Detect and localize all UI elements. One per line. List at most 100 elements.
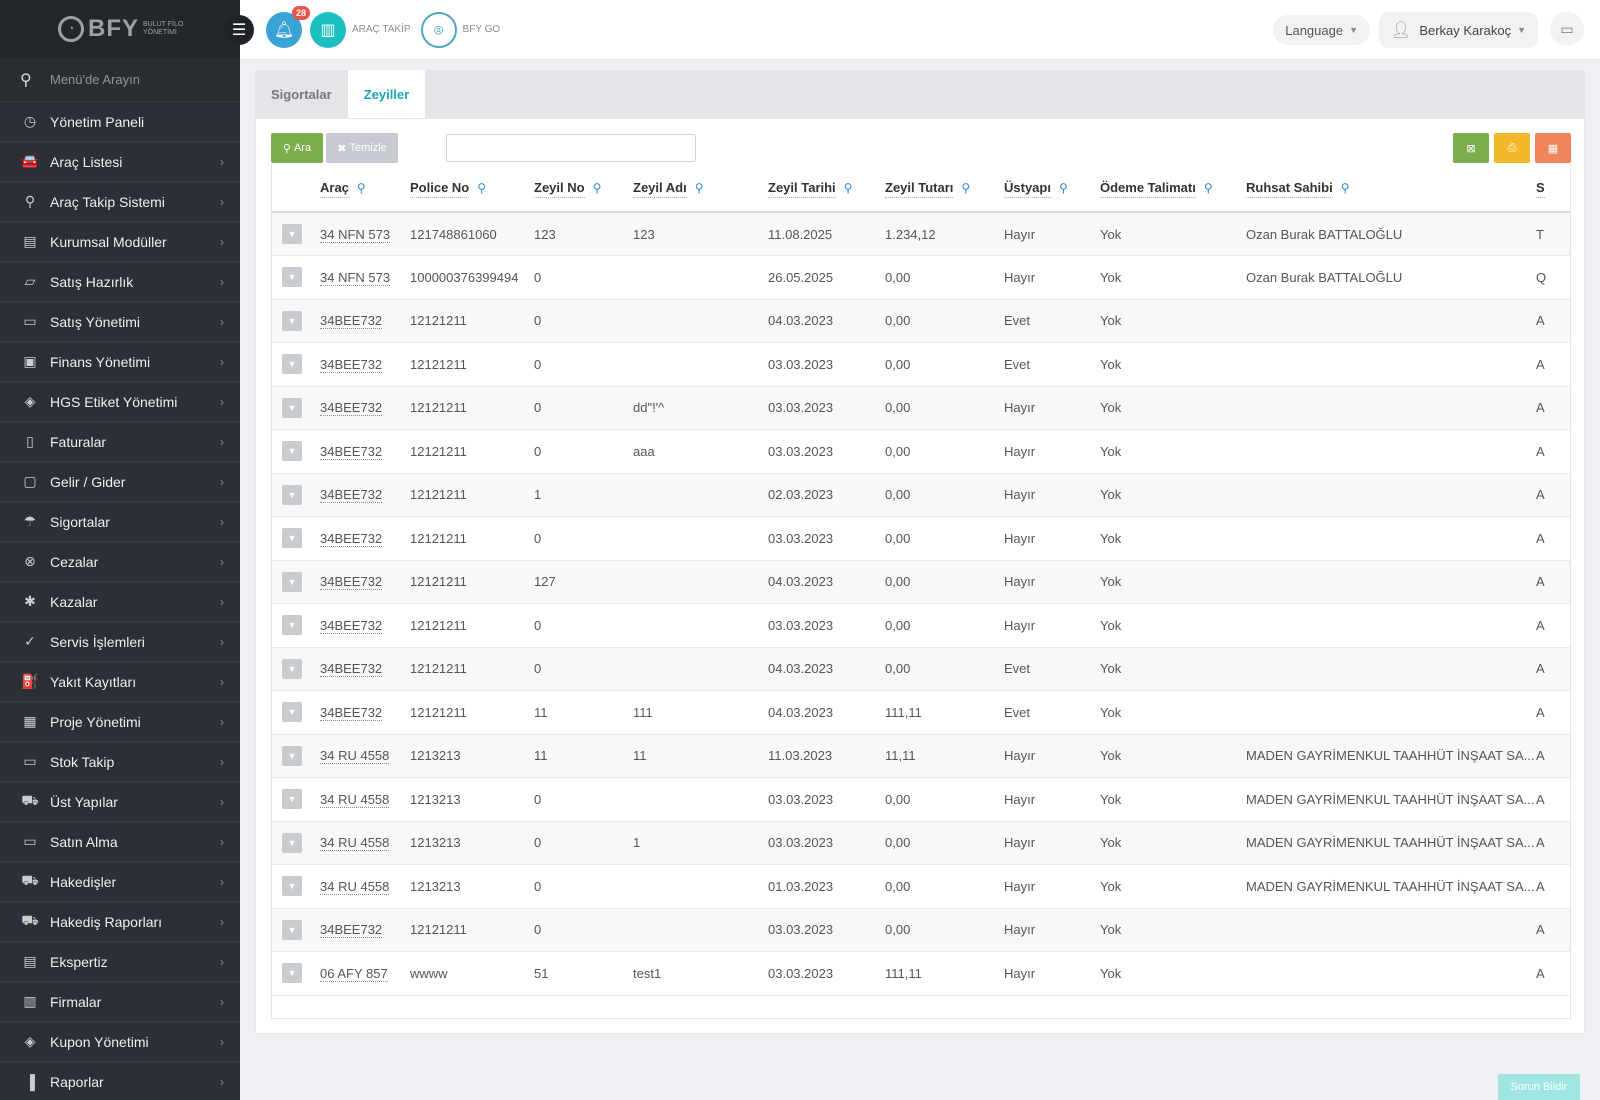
table-row[interactable]: ▼ 34BEE732 12121211 0 04.03.2023 0,00 Evet Yok A bbox=[272, 299, 1570, 343]
expand-row-icon[interactable]: ▼ bbox=[282, 832, 302, 853]
vehicle-plate-link[interactable]: 34BEE732 bbox=[320, 313, 383, 330]
sidebar-item[interactable]: ▐ Raporlar › bbox=[0, 1062, 240, 1100]
vehicle-plate-link[interactable]: 06 AFY 857 bbox=[320, 965, 388, 982]
sidebar-item[interactable]: ⛽ Yakıt Kayıtları › bbox=[0, 662, 240, 702]
column-search-icon[interactable]: ⚲ bbox=[593, 181, 602, 195]
vehicle-plate-link[interactable]: 34BEE732 bbox=[320, 400, 383, 417]
sidebar-item[interactable]: ⛟ Hakedişler › bbox=[0, 862, 240, 902]
vehicle-plate-link[interactable]: 34 RU 4558 bbox=[320, 748, 390, 765]
column-header[interactable]: Zeyil Tarihi ⚲ bbox=[768, 164, 885, 213]
user-menu[interactable]: 👤︎ Berkay Karakoç ▼ bbox=[1379, 12, 1538, 48]
sidebar-item[interactable]: ▢ Gelir / Gider › bbox=[0, 462, 240, 502]
table-row[interactable]: ▼ 34BEE732 12121211 0 03.03.2023 0,00 Hayır Yok… bbox=[272, 603, 1570, 648]
expand-row-icon[interactable]: ▼ bbox=[282, 789, 302, 810]
expand-row-icon[interactable]: ▼ bbox=[282, 397, 302, 418]
table-row[interactable]: ▼ 34BEE732 12121211 0 04.03.2023 0,00 Evet Yok A bbox=[272, 647, 1570, 691]
clear-button[interactable]: ✖ Temizle bbox=[326, 133, 398, 163]
vehicle-plate-link[interactable]: 34BEE732 bbox=[320, 530, 383, 547]
vehicle-plate-link[interactable]: 34 NFN 573 bbox=[320, 226, 391, 243]
sidebar-item[interactable]: ✱ Kazalar › bbox=[0, 582, 240, 622]
search-input[interactable] bbox=[446, 134, 696, 162]
table-row[interactable]: ▼ 34BEE732 12121211 0 03.03.2023 0,00 Hayır Yok… bbox=[272, 516, 1570, 561]
search-button[interactable]: ⚲ Ara bbox=[271, 133, 323, 163]
sidebar-item[interactable]: ✓ Servis İşlemleri › bbox=[0, 622, 240, 662]
expand-row-icon[interactable]: ▼ bbox=[282, 310, 302, 331]
expand-row-icon[interactable]: ▼ bbox=[282, 571, 302, 592]
column-header[interactable]: Araç ⚲ bbox=[320, 164, 410, 213]
bfy-go-link[interactable]: BFY GO bbox=[463, 24, 501, 35]
expand-row-icon[interactable]: ▼ bbox=[282, 528, 302, 549]
expand-row-icon[interactable]: ▼ bbox=[282, 919, 302, 940]
expand-row-icon[interactable]: ▼ bbox=[282, 963, 302, 984]
sidebar-item[interactable]: ◈ HGS Etiket Yönetimi › bbox=[0, 382, 240, 422]
vehicle-plate-link[interactable]: 34BEE732 bbox=[320, 356, 383, 373]
table-row[interactable]: ▼ 34 RU 4558 1213213 11 11 11.03.2023 11,11 Hay… bbox=[272, 734, 1570, 778]
table-row[interactable]: ▼ 06 AFY 857 wwww 51 test1 03.03.2023 111,11 Ha… bbox=[272, 951, 1570, 996]
table-row[interactable]: ▼ 34 NFN 573 121748861060 123 123 11.08.2025 1… bbox=[272, 212, 1570, 256]
column-header[interactable]: Police No ⚲ bbox=[410, 164, 534, 213]
column-header[interactable]: S bbox=[1536, 164, 1570, 213]
expand-row-icon[interactable]: ▼ bbox=[282, 224, 302, 244]
table-row[interactable]: ▼ 34BEE732 12121211 127 04.03.2023 0,00 Hayır Y… bbox=[272, 560, 1570, 604]
column-search-icon[interactable]: ⚲ bbox=[357, 181, 366, 195]
expand-row-icon[interactable]: ▼ bbox=[282, 702, 302, 723]
column-header[interactable]: Ruhsat Sahibi ⚲ bbox=[1246, 164, 1536, 213]
vehicle-plate-link[interactable]: 34BEE732 bbox=[320, 487, 383, 504]
report-issue-button[interactable]: Sorun Bildir bbox=[1498, 1074, 1580, 1100]
column-header[interactable]: Ödeme Talimatı ⚲ bbox=[1100, 164, 1246, 213]
vehicle-plate-link[interactable]: 34 RU 4558 bbox=[320, 878, 390, 895]
sidebar-item[interactable]: ▦ Proje Yönetimi › bbox=[0, 702, 240, 742]
sidebar-item[interactable]: ▱ Satış Hazırlık › bbox=[0, 262, 240, 302]
expand-row-icon[interactable]: ▼ bbox=[282, 441, 302, 462]
notification-button[interactable]: 🔔︎ 28 bbox=[266, 5, 310, 48]
vehicle-tracking-link[interactable]: ARAÇ TAKİP bbox=[352, 24, 411, 35]
vehicle-plate-link[interactable]: 34BEE732 bbox=[320, 661, 383, 678]
sidebar-item[interactable]: ▯ Faturalar › bbox=[0, 422, 240, 462]
expand-row-icon[interactable]: ▼ bbox=[282, 745, 302, 766]
desktop-icon[interactable]: ▭ bbox=[1550, 12, 1584, 46]
column-search-icon[interactable]: ⚲ bbox=[477, 181, 486, 195]
vehicle-plate-link[interactable]: 34BEE732 bbox=[320, 574, 383, 591]
export-excel-button[interactable]: ⊠ bbox=[1453, 133, 1489, 163]
sidebar-item[interactable]: ⛟ Üst Yapılar › bbox=[0, 782, 240, 822]
column-header[interactable]: Zeyil Adı ⚲ bbox=[633, 164, 768, 213]
table-row[interactable]: ▼ 34 RU 4558 1213213 0 1 03.03.2023 0,00 Hayır Y… bbox=[272, 821, 1570, 865]
sidebar-item[interactable]: ▣ Finans Yönetimi › bbox=[0, 342, 240, 382]
column-search-icon[interactable]: ⚲ bbox=[961, 181, 970, 195]
table-row[interactable]: ▼ 34BEE732 12121211 0 03.03.2023 0,00 Evet Yok A bbox=[272, 342, 1570, 387]
table-row[interactable]: ▼ 34BEE732 12121211 1 02.03.2023 0,00 Hayır Yok… bbox=[272, 473, 1570, 517]
zeyil-table-container[interactable]: Araç ⚲ Police No ⚲ Zeyil No ⚲ Zeyil Adı ⚲ Zeyil … bbox=[271, 164, 1571, 1019]
column-search-icon[interactable]: ⚲ bbox=[844, 181, 853, 195]
hamburger-menu-icon[interactable]: ☰ bbox=[224, 15, 254, 45]
column-search-icon[interactable]: ⚲ bbox=[695, 181, 704, 195]
column-header[interactable]: Zeyil No ⚲ bbox=[534, 164, 633, 213]
column-search-icon[interactable]: ⚲ bbox=[1204, 181, 1213, 195]
expand-row-icon[interactable]: ▼ bbox=[282, 354, 302, 375]
tab[interactable]: Zeyiller bbox=[347, 70, 426, 118]
vehicle-plate-link[interactable]: 34BEE732 bbox=[320, 617, 383, 634]
column-search-icon[interactable]: ⚲ bbox=[1341, 181, 1350, 195]
sidebar-item[interactable]: ▭ Satış Yönetimi › bbox=[0, 302, 240, 342]
expand-row-icon[interactable]: ▼ bbox=[282, 876, 302, 897]
sidebar-item[interactable]: ▭ Stok Takip › bbox=[0, 742, 240, 782]
table-row[interactable]: ▼ 34BEE732 12121211 11 111 04.03.2023 111,11 Ev… bbox=[272, 690, 1570, 735]
brand-logo[interactable]: ◔ BFY BULUT FİLO YÖNETİMİ ☰ bbox=[0, 0, 254, 58]
sidebar-item[interactable]: ☂ Sigortalar › bbox=[0, 502, 240, 542]
column-search-icon[interactable]: ⚲ bbox=[1059, 181, 1068, 195]
language-dropdown[interactable]: Language ▼ bbox=[1273, 15, 1370, 45]
sidebar-item[interactable]: ⊗ Cezalar › bbox=[0, 542, 240, 582]
vehicle-plate-link[interactable]: 34 NFN 573 bbox=[320, 269, 391, 286]
sidebar-item[interactable]: ▭ Satın Alma › bbox=[0, 822, 240, 862]
sidebar-item[interactable]: ⚲ Araç Takip Sistemi › bbox=[0, 182, 240, 222]
table-row[interactable]: ▼ 34BEE732 12121211 0 aaa 03.03.2023 0,00 Hayır… bbox=[272, 429, 1570, 474]
table-row[interactable]: ▼ 34 RU 4558 1213213 0 03.03.2023 0,00 Hayır Yo… bbox=[272, 777, 1570, 822]
sidebar-item[interactable]: ◷ Yönetim Paneli bbox=[0, 102, 240, 142]
table-row[interactable]: ▼ 34BEE732 12121211 0 03.03.2023 0,00 Hayır Yok… bbox=[272, 908, 1570, 952]
expand-row-icon[interactable]: ▼ bbox=[282, 267, 302, 288]
sidebar-item[interactable]: ⛟ Hakediş Raporları › bbox=[0, 902, 240, 942]
vehicle-plate-link[interactable]: 34BEE732 bbox=[320, 704, 383, 721]
vehicle-plate-link[interactable]: 34 RU 4558 bbox=[320, 791, 390, 808]
table-row[interactable]: ▼ 34BEE732 12121211 0 dd"!'^ 03.03.2023 0,00 Ha… bbox=[272, 386, 1570, 430]
sidebar-item[interactable]: 🚘 Araç Listesi › bbox=[0, 142, 240, 182]
vehicle-plate-link[interactable]: 34BEE732 bbox=[320, 443, 383, 460]
